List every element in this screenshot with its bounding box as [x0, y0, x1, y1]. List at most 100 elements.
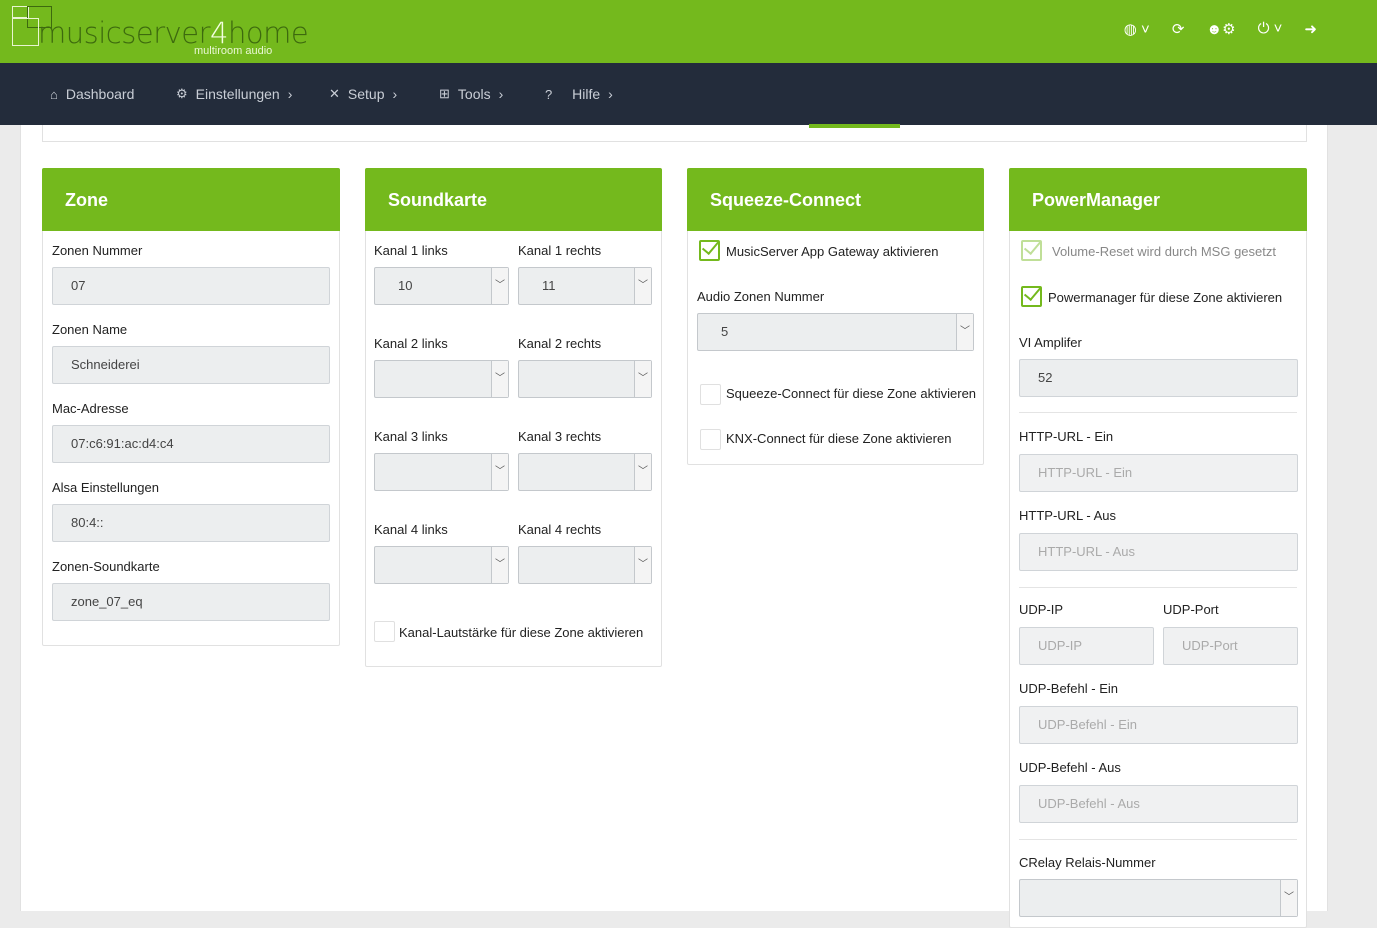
kanal-volume-checkbox[interactable] — [374, 621, 395, 642]
vi-amplifier-field[interactable]: 52 — [1019, 359, 1298, 397]
nav-dashboard[interactable]: ⌂ Dashboard — [50, 86, 134, 102]
tab-strip — [42, 125, 1307, 142]
panel-title: PowerManager — [1009, 168, 1307, 231]
chevron-right-icon: › — [392, 86, 398, 102]
chevron-down-icon: ﹀ — [491, 268, 508, 304]
kanal3-links-select[interactable]: ﹀ — [374, 453, 509, 491]
logo-tagline: multiroom audio — [194, 45, 273, 57]
label: Zonen Name — [52, 322, 128, 337]
label: Zonen-Soundkarte — [52, 559, 160, 574]
knx-connect-checkbox[interactable] — [700, 429, 721, 450]
nav-label: Dashboard — [65, 86, 135, 102]
checkbox-label: MusicServer App Gateway aktivieren — [726, 244, 939, 259]
logo[interactable]: musicserver4home multiroom audio — [10, 4, 309, 60]
kanal4-rechts-select[interactable]: ﹀ — [518, 546, 652, 584]
nav-einstellungen[interactable]: ⚙ Einstellungen › — [176, 86, 292, 102]
volume-reset-checkbox — [1021, 240, 1042, 261]
nav-setup[interactable]: ✕ Setup › — [329, 86, 397, 102]
checkbox-label: KNX-Connect für diese Zone aktivieren — [726, 431, 952, 446]
panel-title: Zone — [42, 168, 340, 231]
zone-number-field[interactable]: 07 — [52, 267, 330, 305]
label: Zonen Nummer — [52, 243, 143, 258]
users-gear-icon[interactable]: ☻⚙ — [1206, 20, 1235, 38]
label: UDP-IP — [1019, 602, 1064, 617]
zone-soundcard-field[interactable]: zone_07_eq — [52, 583, 330, 621]
label: Alsa Einstellungen — [52, 480, 159, 495]
zone-name-field[interactable]: Schneiderei — [52, 346, 330, 384]
label: HTTP-URL - Aus — [1019, 508, 1117, 523]
chevron-right-icon: › — [287, 86, 293, 102]
label: Mac-Adresse — [52, 401, 129, 416]
udp-command-off-input[interactable]: UDP-Befehl - Aus — [1019, 785, 1298, 823]
audio-zone-select[interactable]: 5 ﹀ — [697, 313, 974, 351]
divider — [1019, 839, 1297, 840]
mac-address-field[interactable]: 07:c6:91:ac:d4:c4 — [52, 425, 330, 463]
checkbox-label: Volume-Reset wird durch MSG gesetzt — [1052, 244, 1276, 259]
gateway-checkbox[interactable] — [699, 240, 720, 261]
nav-hilfe[interactable]: ? Hilfe › — [545, 86, 613, 102]
kanal2-rechts-select[interactable]: ﹀ — [518, 360, 652, 398]
http-url-on-input[interactable]: HTTP-URL - Ein — [1019, 454, 1298, 492]
select-value: 5 — [721, 324, 729, 339]
label: Kanal 4 links — [374, 522, 448, 537]
udp-ip-input[interactable]: UDP-IP — [1019, 627, 1154, 665]
chevron-down-icon: ﹀ — [491, 361, 508, 397]
powermanager-panel: PowerManager Volume-Reset wird durch MSG… — [1009, 168, 1307, 928]
gear-icon: ⚙ — [176, 86, 188, 101]
kanal4-links-select[interactable]: ﹀ — [374, 546, 509, 584]
chevron-down-icon: ﹀ — [491, 547, 508, 583]
kanal2-links-select[interactable]: ﹀ — [374, 360, 509, 398]
select-value: 10 — [398, 278, 413, 293]
kanal1-links-select[interactable]: 10 ﹀ — [374, 267, 509, 305]
squeeze-connect-checkbox[interactable] — [700, 384, 721, 405]
chevron-right-icon: › — [608, 86, 613, 102]
label: Audio Zonen Nummer — [697, 289, 825, 304]
nav-label: Tools — [457, 86, 491, 102]
panel-title: Soundkarte — [365, 168, 662, 231]
power-icon[interactable]: ⏻ ˅ — [1258, 20, 1283, 38]
udp-port-input[interactable]: UDP-Port — [1163, 627, 1298, 665]
checkbox-label: Kanal-Lautstärke für diese Zone aktivier… — [399, 625, 644, 640]
nav-tools[interactable]: ⊞ Tools › — [439, 86, 503, 102]
label: UDP-Port — [1163, 602, 1219, 617]
plus-square-icon: ⊞ — [439, 86, 450, 101]
powermanager-checkbox[interactable] — [1021, 286, 1042, 307]
alsa-field[interactable]: 80:4:: — [52, 504, 330, 542]
chevron-down-icon: ﹀ — [634, 361, 651, 397]
checkbox-label: Powermanager für diese Zone aktivieren — [1048, 290, 1283, 305]
logout-icon[interactable]: ➜ — [1304, 20, 1317, 38]
label: UDP-Befehl - Ein — [1019, 681, 1118, 696]
globe-icon[interactable]: ◍ ˅ — [1124, 20, 1150, 38]
active-tab-indicator[interactable] — [809, 124, 900, 128]
label: Kanal 4 rechts — [518, 522, 602, 537]
label: Kanal 1 rechts — [518, 243, 602, 258]
divider — [1019, 412, 1297, 413]
chevron-down-icon: ﹀ — [491, 454, 508, 490]
nav-label: Einstellungen — [195, 86, 280, 102]
soundkarte-panel: Soundkarte Kanal 1 links Kanal 1 rechts … — [365, 168, 662, 667]
label: UDP-Befehl - Aus — [1019, 760, 1121, 775]
panel-title: Squeeze-Connect — [687, 168, 984, 231]
label: CRelay Relais-Nummer — [1019, 855, 1156, 870]
chevron-down-icon: ﹀ — [634, 547, 651, 583]
chevron-right-icon: › — [498, 86, 504, 102]
checkbox-label: Squeeze-Connect für diese Zone aktiviere… — [726, 386, 977, 401]
kanal3-rechts-select[interactable]: ﹀ — [518, 453, 652, 491]
crelay-select[interactable]: ﹀ — [1019, 879, 1298, 917]
tools-icon: ✕ — [329, 86, 340, 101]
chevron-down-icon: ﹀ — [956, 314, 973, 350]
http-url-off-input[interactable]: HTTP-URL - Aus — [1019, 533, 1298, 571]
refresh-icon[interactable]: ⟳ — [1172, 20, 1185, 38]
squeeze-connect-panel: Squeeze-Connect MusicServer App Gateway … — [687, 168, 984, 465]
question-icon: ? — [545, 86, 553, 102]
divider — [1019, 587, 1297, 588]
udp-command-on-input[interactable]: UDP-Befehl - Ein — [1019, 706, 1298, 744]
logo-text: musicserver — [38, 16, 211, 50]
zone-panel: Zone Zonen Nummer 07 Zonen Name Schneide… — [42, 168, 340, 646]
label: VI Amplifer — [1019, 335, 1082, 350]
top-bar: musicserver4home multiroom audio ◍ ˅ ⟳ ☻… — [0, 0, 1377, 63]
nav-label: Hilfe — [572, 86, 601, 102]
kanal1-rechts-select[interactable]: 11 ﹀ — [518, 267, 652, 305]
label: Kanal 3 links — [374, 429, 448, 444]
nav-label: Setup — [347, 86, 385, 102]
